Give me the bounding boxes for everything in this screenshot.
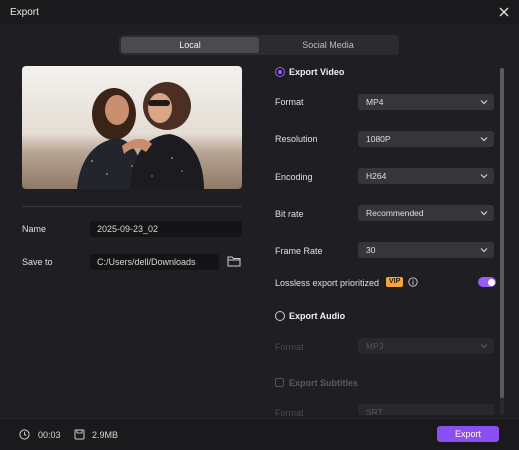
name-label: Name xyxy=(22,224,47,234)
frame-rate-value: 30 xyxy=(366,245,376,255)
chevron-down-icon xyxy=(480,344,488,349)
window-title: Export xyxy=(10,7,39,18)
chevron-down-icon xyxy=(480,137,488,142)
export-subtitles-checkbox[interactable] xyxy=(275,378,284,387)
tab-local[interactable]: Local xyxy=(121,37,259,53)
close-icon[interactable] xyxy=(497,5,511,19)
bit-rate-value: Recommended xyxy=(366,208,424,218)
name-input[interactable]: 2025-09-23_02 xyxy=(90,221,242,237)
format-value: MP4 xyxy=(366,97,384,107)
title-bar: Export xyxy=(0,0,519,24)
divider xyxy=(22,206,242,207)
export-tabs: Local Social Media xyxy=(119,35,399,55)
save-path-field[interactable]: C:/Users/dell/Downloads xyxy=(90,254,219,270)
folder-icon[interactable] xyxy=(227,255,241,267)
file-size-text: 2.9MB xyxy=(92,430,119,440)
subtitles-format-value: SRT xyxy=(366,407,383,417)
subtitles-format-label: Format xyxy=(275,408,304,418)
chevron-down-icon xyxy=(480,211,488,216)
file-size-icon xyxy=(74,429,85,440)
chevron-down-icon xyxy=(480,248,488,253)
save-to-label: Save to xyxy=(22,257,53,267)
audio-format-value: MP3 xyxy=(366,341,384,351)
lossless-label: Lossless export prioritized xyxy=(275,278,380,288)
chevron-down-icon xyxy=(480,100,488,105)
clock-icon xyxy=(19,429,30,440)
bit-rate-label: Bit rate xyxy=(275,209,304,219)
subtitles-format-select[interactable]: SRT xyxy=(358,404,494,417)
resolution-label: Resolution xyxy=(275,134,318,144)
audio-format-select[interactable]: MP3 xyxy=(358,338,494,354)
info-icon[interactable] xyxy=(408,277,418,287)
encoding-select[interactable]: H264 xyxy=(358,168,494,184)
tab-social-media[interactable]: Social Media xyxy=(259,37,397,53)
format-label: Format xyxy=(275,97,304,107)
vip-badge: VIP xyxy=(386,277,404,287)
video-thumbnail xyxy=(22,66,242,189)
chevron-down-icon xyxy=(480,174,488,179)
encoding-label: Encoding xyxy=(275,172,313,182)
export-audio-heading: Export Audio xyxy=(289,311,346,321)
export-subtitles-heading: Export Subtitles xyxy=(289,378,359,388)
frame-rate-select[interactable]: 30 xyxy=(358,242,494,258)
resolution-value: 1080P xyxy=(366,134,391,144)
audio-format-label: Format xyxy=(275,342,304,352)
export-video-radio[interactable] xyxy=(275,67,285,77)
scrollbar-thumb[interactable] xyxy=(500,68,504,398)
bit-rate-select[interactable]: Recommended xyxy=(358,205,494,221)
duration-text: 00:03 xyxy=(38,430,61,440)
export-button[interactable]: Export xyxy=(437,426,499,442)
encoding-value: H264 xyxy=(366,171,387,181)
frame-rate-label: Frame Rate xyxy=(275,246,323,256)
scrollbar[interactable] xyxy=(500,68,504,415)
resolution-select[interactable]: 1080P xyxy=(358,131,494,147)
format-select[interactable]: MP4 xyxy=(358,94,494,110)
export-video-heading: Export Video xyxy=(289,67,345,77)
export-audio-radio[interactable] xyxy=(275,311,285,321)
lossless-toggle[interactable] xyxy=(478,277,496,287)
